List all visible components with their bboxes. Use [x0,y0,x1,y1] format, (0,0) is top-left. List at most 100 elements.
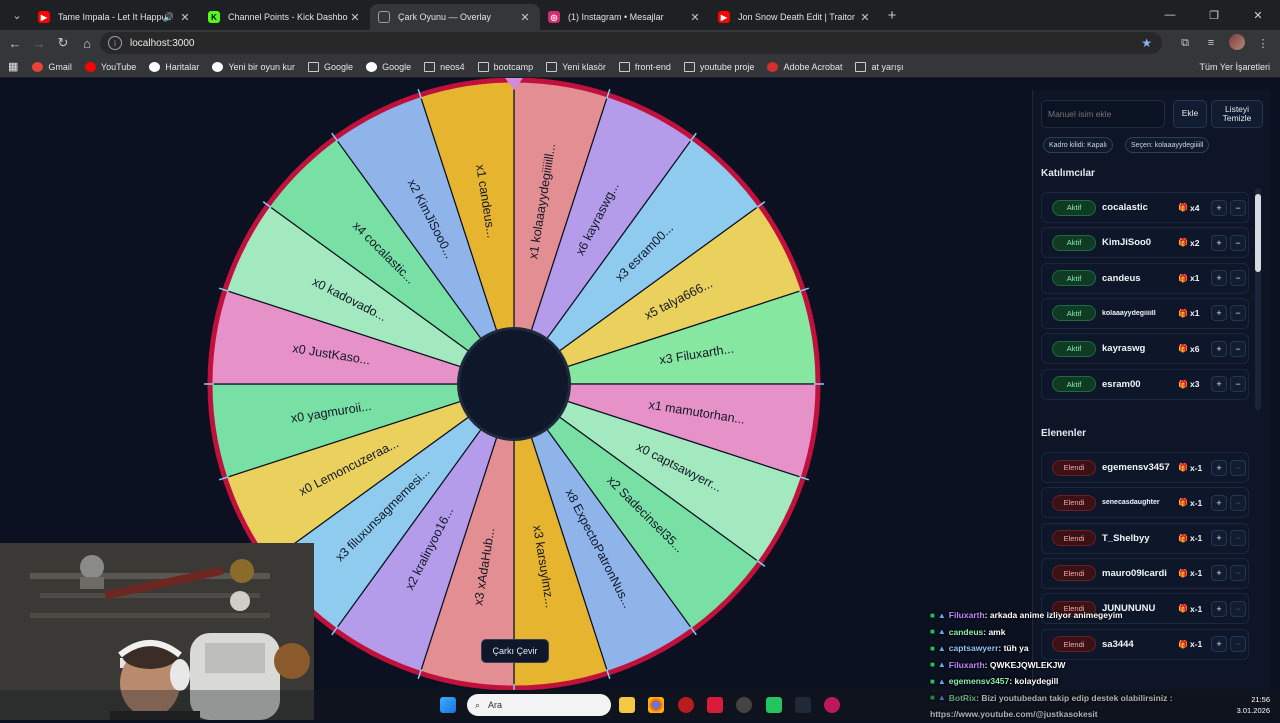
windows-start-icon[interactable] [440,697,456,713]
app-icon[interactable] [707,697,723,713]
tab-close-icon[interactable]: ✕ [518,11,532,24]
roster-lock-chip[interactable]: Kadro kilidi: Kapalı [1043,137,1113,153]
tab-close-icon[interactable]: ✕ [348,11,362,24]
decrease-button[interactable]: − [1229,565,1246,582]
taskbar-search[interactable]: ⌕ Ara [467,694,611,716]
status-badge[interactable]: Elendi [1052,459,1096,476]
forward-icon[interactable]: → [27,36,51,51]
browser-tab[interactable]: K Channel Points - Kick Dashboard ✕ [200,4,370,30]
close-window-icon[interactable]: ✕ [1236,0,1280,30]
increase-button[interactable]: + [1210,565,1227,582]
decrease-button[interactable]: − [1229,234,1246,251]
bookmark-item[interactable]: Haritalar [149,61,199,72]
add-button[interactable]: Ekle [1173,100,1207,128]
increase-button[interactable]: + [1210,305,1227,322]
bookmark-star-icon[interactable]: ★ [1141,36,1152,50]
multiplier: x2 [1189,237,1200,248]
increase-button[interactable]: + [1210,459,1227,476]
decrease-button[interactable]: − [1229,305,1246,322]
tab-favicon-icon: ◎ [548,11,560,23]
browser-tab[interactable]: ▶ Jon Snow Death Edit | Traitor ✕ [710,4,880,30]
bookmark-item[interactable]: YouTube [84,61,136,72]
increase-button[interactable]: + [1210,234,1227,251]
status-badge[interactable]: Aktif [1052,270,1096,287]
opera-icon[interactable] [678,697,694,713]
decrease-button[interactable]: − [1229,494,1246,511]
system-clock[interactable]: 21:56 3.01.2026 [1237,694,1270,716]
restore-icon[interactable]: ❐ [1192,0,1236,30]
status-badge[interactable]: Aktif [1052,199,1096,216]
all-bookmarks[interactable]: Tüm Yer İşaretleri [1183,62,1270,72]
bookmark-item[interactable]: Gmail [32,61,72,72]
status-badge[interactable]: Aktif [1052,340,1096,357]
folder-icon [683,61,695,72]
participant-row: Aktif esram00 🎁 x3 + − [1041,368,1249,400]
subscriber-badge-icon: ▲ [937,627,946,637]
clear-list-button[interactable]: Listeyi Temizle [1211,100,1263,128]
tab-close-icon[interactable]: ✕ [178,11,192,24]
back-icon[interactable]: ← [3,36,27,51]
increase-button[interactable]: + [1210,530,1227,547]
tab-search-button[interactable]: ⌄ [4,4,30,26]
new-tab-button[interactable]: + [882,7,902,24]
increase-button[interactable]: + [1210,340,1227,357]
status-badge[interactable]: Aktif [1052,305,1096,322]
menu-icon[interactable]: ⋮ [1250,37,1276,50]
increase-button[interactable]: + [1210,376,1227,392]
steam-icon[interactable] [736,697,752,713]
file-explorer-icon[interactable] [619,697,635,713]
manual-name-input[interactable] [1041,100,1165,128]
status-badge[interactable]: Aktif [1052,376,1096,392]
bookmark-item[interactable]: neos4 [424,61,465,72]
status-badge[interactable]: Aktif [1052,234,1096,251]
status-badge[interactable]: Elendi [1052,494,1096,511]
browser-tab[interactable]: ◎ (1) Instagram • Mesajlar ✕ [540,4,710,30]
address-url: localhost:3000 [130,37,195,49]
profile-avatar[interactable] [1224,33,1250,53]
terminal-icon[interactable] [795,697,811,713]
pin-icon[interactable] [824,697,840,713]
multiplier: x-1 [1189,533,1203,544]
decrease-button[interactable]: − [1229,199,1246,216]
status-badge[interactable]: Elendi [1052,565,1096,582]
home-icon[interactable]: ⌂ [75,36,99,51]
tab-close-icon[interactable]: ✕ [688,11,702,24]
bookmark-item[interactable]: youtube proje [683,61,754,72]
media-icon[interactable]: ≡ [1198,37,1224,49]
tab-audio-icon[interactable]: 🔊 [163,12,174,23]
kick-icon[interactable] [766,697,782,713]
decrease-button[interactable]: − [1229,340,1246,357]
decrease-button[interactable]: − [1229,530,1246,547]
browser-tab[interactable]: ▶ Tame Impala - Let It Happen 🔊 ✕ [30,4,200,30]
bookmark-item[interactable]: Google [366,61,411,72]
browser-tab[interactable]: Çark Oyunu — Overlay ✕ [370,4,540,30]
increase-button[interactable]: + [1210,494,1227,511]
participants-scrollbar[interactable] [1255,188,1261,410]
increase-button[interactable]: + [1210,270,1227,287]
folder-icon [546,61,558,72]
reload-icon[interactable]: ↻ [51,35,75,51]
bookmark-item[interactable]: Yeni klasör [546,61,606,72]
status-badge[interactable]: Elendi [1052,530,1096,547]
chrome-icon[interactable] [648,697,664,713]
decrease-button[interactable]: − [1229,459,1246,476]
decrease-button[interactable]: − [1229,270,1246,287]
kick-badge-icon: ■ [930,643,935,653]
extensions-icon[interactable]: ⧉ [1172,37,1198,50]
spin-button[interactable]: Çarkı Çevir [481,639,549,663]
bookmark-item[interactable]: Google [308,61,353,72]
bookmark-item[interactable]: Adobe Acrobat [767,61,842,72]
bookmark-item[interactable]: Yeni bir oyun kur [212,61,295,72]
apps-icon[interactable]: ▦ [8,60,18,73]
tab-title: Channel Points - Kick Dashboard [228,12,348,22]
increase-button[interactable]: + [1210,199,1227,216]
minimize-icon[interactable]: — [1148,0,1192,30]
address-bar[interactable]: i localhost:3000 ★ [100,32,1162,54]
decrease-button[interactable]: − [1229,376,1246,392]
bookmark-item[interactable]: at yarışı [855,61,904,72]
tab-close-icon[interactable]: ✕ [858,11,872,24]
bookmark-item[interactable]: bootcamp [477,61,533,72]
chat-username: candeus [948,626,984,637]
site-info-icon[interactable]: i [108,36,122,50]
bookmark-item[interactable]: front-end [618,61,671,72]
